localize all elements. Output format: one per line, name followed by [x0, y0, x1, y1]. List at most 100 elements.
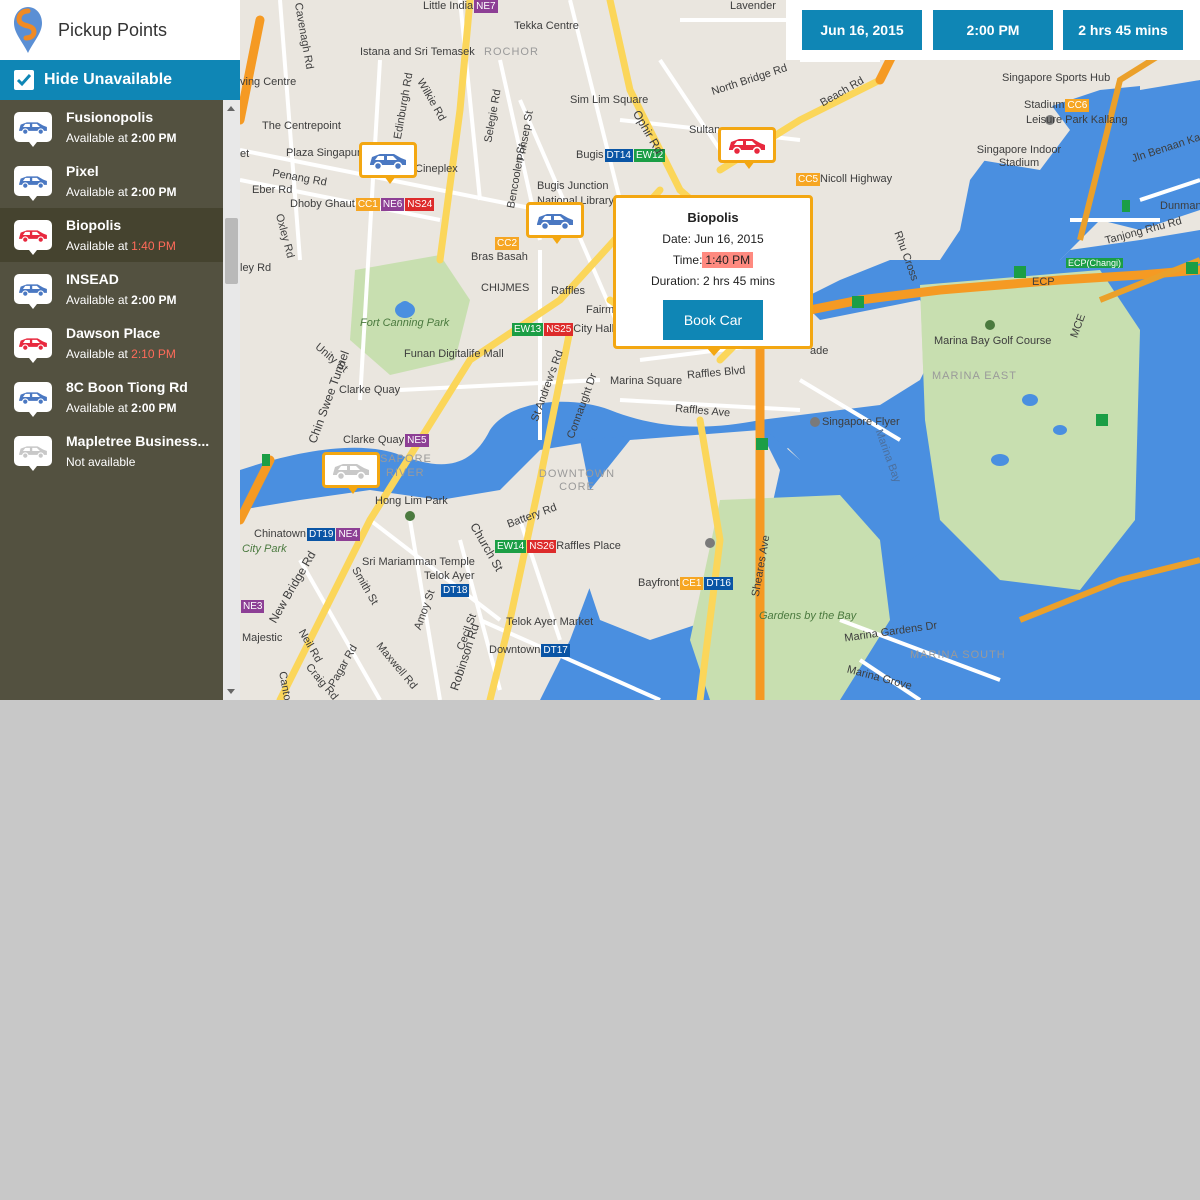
label-esplanade: ade [810, 345, 829, 357]
duration-button[interactable]: 2 hrs 45 mins [1063, 10, 1183, 50]
label-et: et [240, 148, 250, 160]
list-scrollbar[interactable] [223, 100, 240, 700]
label-funan: Funan Digitalife Mall [404, 348, 504, 360]
map-pin-blue-1[interactable] [359, 142, 417, 184]
label-raffles-place: EW14 NS26 Raffles Place [495, 540, 621, 553]
label-raffles: Raffles [551, 285, 586, 297]
popup-time-highlight: 1:40 PM [702, 252, 754, 268]
scroll-up-arrow[interactable] [227, 106, 235, 111]
label-chijmes: CHIJMES [481, 282, 530, 294]
label-rochor: ROCHOR [484, 46, 539, 58]
label-indoor-stadium: Singapore Indoor Stadium [976, 144, 1062, 169]
car-icon [14, 436, 52, 471]
label-fairmont: Fairm [586, 304, 615, 316]
label-majestic: Majestic [242, 632, 283, 644]
label-ne3: NE3 [241, 600, 265, 613]
pickup-point-item[interactable]: Fusionopolis Available at 2:00 PM [0, 100, 223, 154]
popup-duration: Duration: 2 hrs 45 mins [650, 274, 776, 288]
car-icon [14, 274, 52, 309]
label-marina-south: MARINA SOUTH [910, 649, 1006, 661]
pickup-point-availability: Available at 1:40 PM [66, 239, 176, 253]
label-little-india: Little India NE7 [423, 0, 498, 13]
popup-time: Time: 1:40 PM [616, 252, 810, 268]
label-ecp-changi: ECP(Changi) [1066, 258, 1124, 268]
sidebar-header: Pickup Points [0, 0, 240, 60]
label-telok-ayer: Telok Ayer [424, 570, 475, 582]
availability-time: 2:00 PM [131, 293, 177, 307]
label-lavender: Lavender [730, 0, 776, 12]
label-chinatown: Chinatown DT19 NE4 [254, 528, 360, 541]
car-icon [729, 139, 765, 156]
pickup-point-item[interactable]: 8C Boon Tiong Rd Available at 2:00 PM [0, 370, 223, 424]
scroll-down-arrow[interactable] [227, 689, 235, 694]
book-car-button[interactable]: Book Car [663, 300, 763, 340]
availability-time: 2:00 PM [131, 131, 177, 145]
label-sim-lim: Sim Lim Square [570, 94, 649, 106]
date-button[interactable]: Jun 16, 2015 [802, 10, 922, 50]
label-bugis-junction: Bugis Junction [537, 180, 609, 192]
label-marina-square: Marina Square [610, 375, 683, 387]
app-window: Little India NE7 Tekka Centre Lavender Is… [0, 0, 1200, 700]
label-sapore: SAPORE [380, 453, 432, 465]
sidebar-title: Pickup Points [58, 19, 168, 40]
car-icon [14, 328, 52, 363]
map-pin-red-1[interactable] [718, 127, 776, 169]
popup-title: Biopolis [687, 210, 739, 225]
car-icon [333, 464, 369, 481]
label-cineplex: Cineplex [415, 163, 458, 175]
pickup-point-name: Mapletree Business... [66, 433, 210, 449]
label-hong-lim: Hong Lim Park [375, 495, 448, 507]
pickup-point-item[interactable]: Biopolis Available at 1:40 PM [0, 208, 223, 262]
pickup-point-name: Biopolis [66, 217, 122, 233]
checkbox-checked-icon[interactable] [14, 70, 34, 90]
car-icon [370, 154, 406, 171]
pickup-point-item[interactable]: Dawson Place Available at 2:10 PM [0, 316, 223, 370]
pickup-point-name: INSEAD [66, 271, 119, 287]
label-ecp: ECP [1032, 276, 1055, 288]
label-clarke-quay: Clarke Quay [339, 384, 401, 396]
label-downtown: Downtown DT17 [489, 644, 570, 657]
pickup-point-availability: Not available [66, 455, 136, 469]
label-fort-canning: Fort Canning Park [360, 317, 450, 329]
pickup-point-name: Fusionopolis [66, 109, 154, 125]
map-pin-blue-2[interactable] [526, 202, 584, 244]
pickup-point-availability: Available at 2:10 PM [66, 347, 176, 361]
label-gardens: Gardens by the Bay [759, 610, 857, 622]
time-button[interactable]: 2:00 PM [933, 10, 1053, 50]
popup-date: Date: Jun 16, 2015 [662, 232, 764, 246]
map-pin-grey-1[interactable] [322, 452, 380, 494]
label-city-hall: EW13 NS25 City Hall [512, 323, 615, 336]
booking-filter-bar: Jun 16, 2015 2:00 PM 2 hrs 45 mins [786, 0, 1200, 60]
app-logo-icon [14, 7, 42, 53]
label-dunman: Dunman [1160, 200, 1200, 212]
pickup-point-item[interactable]: INSEAD Available at 2:00 PM [0, 262, 223, 316]
car-icon [14, 382, 52, 417]
pickup-point-item[interactable]: Mapletree Business... Not available [0, 424, 223, 478]
pickup-point-availability: Available at 2:00 PM [66, 401, 177, 415]
sidebar: Pickup Points Hide Unavailable Fusionopo… [0, 0, 240, 700]
label-telok-market: Telok Ayer Market [506, 616, 594, 628]
pickup-point-name: Dawson Place [66, 325, 161, 341]
pickup-point-item[interactable]: Pixel Available at 2:00 PM [0, 154, 223, 208]
label-leisure-park: Leisure Park Kallang [1026, 114, 1128, 126]
label-nicoll: CC5 Nicoll Highway [796, 173, 893, 186]
pickup-point-availability: Available at 2:00 PM [66, 185, 177, 199]
pickup-point-list[interactable]: Fusionopolis Available at 2:00 PM Pixel Ava… [0, 100, 223, 700]
label-downtown-core: DOWNTOWN CORE [538, 468, 616, 493]
availability-time: 2:10 PM [131, 347, 176, 361]
availability-time: 1:40 PM [131, 239, 176, 253]
hide-unavailable-toggle[interactable]: Hide Unavailable [0, 60, 240, 100]
label-city-park: City Park [242, 543, 287, 555]
pickup-point-name: 8C Boon Tiong Rd [66, 379, 188, 395]
availability-time: 2:00 PM [131, 401, 177, 415]
pickup-point-availability: Available at 2:00 PM [66, 131, 177, 145]
map-view[interactable]: Little India NE7 Tekka Centre Lavender Is… [240, 0, 1200, 700]
hide-unavailable-label: Hide Unavailable [44, 71, 173, 88]
label-river: RIVER [386, 467, 425, 479]
car-icon [14, 112, 52, 147]
car-icon [537, 214, 573, 231]
scroll-thumb[interactable] [225, 218, 238, 284]
label-eber: Eber Rd [252, 184, 293, 196]
label-dt18: DT18 [441, 584, 470, 597]
availability-time: 2:00 PM [131, 185, 177, 199]
